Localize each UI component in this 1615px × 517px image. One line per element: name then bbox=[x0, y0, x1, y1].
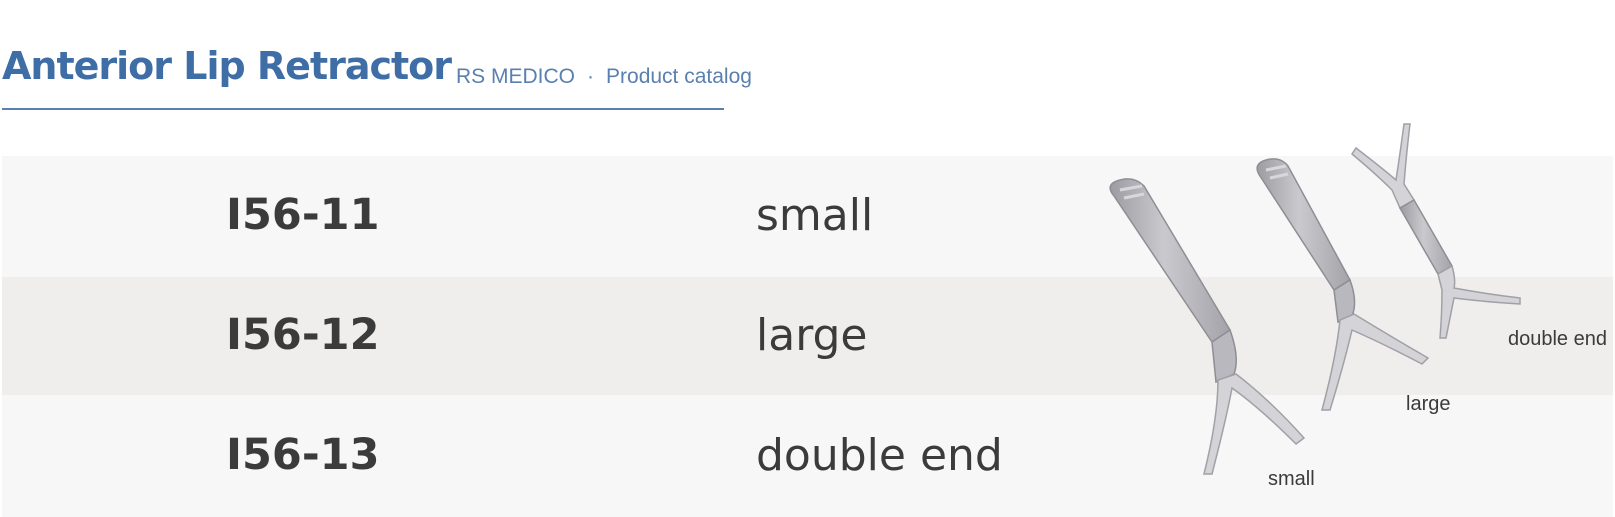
label-small: small bbox=[1268, 468, 1315, 490]
page-subtitle: RS MEDICO · Product catalog bbox=[456, 65, 752, 89]
product-description: double end bbox=[756, 430, 1003, 481]
product-description: small bbox=[756, 190, 874, 241]
double-end-retractor bbox=[1351, 123, 1521, 339]
product-description: large bbox=[756, 310, 868, 361]
page-title: Anterior Lip Retractor bbox=[2, 44, 452, 88]
label-large: large bbox=[1406, 393, 1451, 415]
product-image: small large double end bbox=[1100, 118, 1615, 517]
section-link[interactable]: Product catalog bbox=[606, 65, 752, 88]
retractor-illustration bbox=[1109, 123, 1521, 475]
product-code: I56-12 bbox=[226, 310, 380, 360]
page-header: Anterior Lip Retractor RS MEDICO · Product… bbox=[2, 38, 752, 110]
small-retractor bbox=[1109, 178, 1306, 475]
brand-name: RS MEDICO bbox=[456, 65, 576, 88]
separator-dot: · bbox=[587, 65, 595, 88]
product-code: I56-11 bbox=[226, 190, 380, 240]
label-double-end: double end bbox=[1508, 328, 1607, 350]
product-code: I56-13 bbox=[226, 430, 380, 480]
